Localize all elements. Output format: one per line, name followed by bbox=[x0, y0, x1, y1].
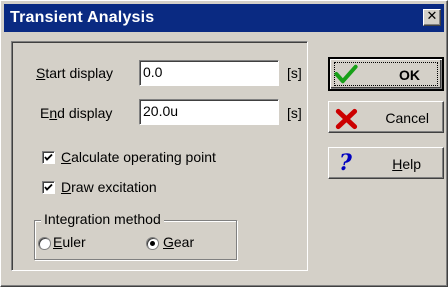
end-display-input[interactable]: 20.0u bbox=[139, 99, 279, 125]
euler-radio[interactable] bbox=[38, 237, 51, 250]
x-icon bbox=[335, 108, 358, 130]
start-display-input[interactable]: 0.0 bbox=[139, 60, 279, 86]
question-icon: ? bbox=[339, 150, 352, 176]
window-title: Transient Analysis bbox=[10, 9, 155, 26]
ok-button[interactable]: OK bbox=[328, 57, 444, 91]
close-button[interactable]: ✕ bbox=[423, 9, 441, 26]
title-bar[interactable]: Transient Analysis ✕ bbox=[4, 4, 444, 32]
integration-method-legend: Integration method bbox=[41, 211, 164, 227]
calc-operating-point-label[interactable]: Calculate operating point bbox=[61, 149, 216, 165]
cancel-label: Cancel bbox=[385, 110, 429, 126]
check-icon bbox=[334, 64, 358, 84]
close-icon: ✕ bbox=[426, 9, 438, 24]
calc-operating-point-checkbox[interactable] bbox=[42, 151, 55, 164]
draw-excitation-checkbox[interactable] bbox=[42, 181, 55, 194]
cancel-button[interactable]: Cancel bbox=[328, 101, 444, 133]
checkmark-icon bbox=[44, 153, 53, 161]
dialog-window: Transient Analysis ✕ Start display 0.0 [… bbox=[0, 0, 448, 287]
start-display-label: Start display bbox=[36, 65, 114, 81]
end-unit: [s] bbox=[287, 105, 302, 121]
checkmark-icon bbox=[44, 183, 53, 191]
draw-excitation-label[interactable]: Draw excitation bbox=[61, 179, 157, 195]
gear-label[interactable]: Gear bbox=[163, 234, 194, 250]
euler-label[interactable]: Euler bbox=[53, 234, 86, 250]
start-unit: [s] bbox=[287, 65, 302, 81]
help-label: Help bbox=[392, 156, 421, 172]
end-display-label: End display bbox=[40, 105, 113, 121]
help-button[interactable]: ? Help bbox=[328, 147, 444, 179]
gear-radio[interactable] bbox=[146, 237, 159, 250]
radio-selected-dot bbox=[150, 241, 155, 246]
ok-label: OK bbox=[399, 67, 420, 83]
